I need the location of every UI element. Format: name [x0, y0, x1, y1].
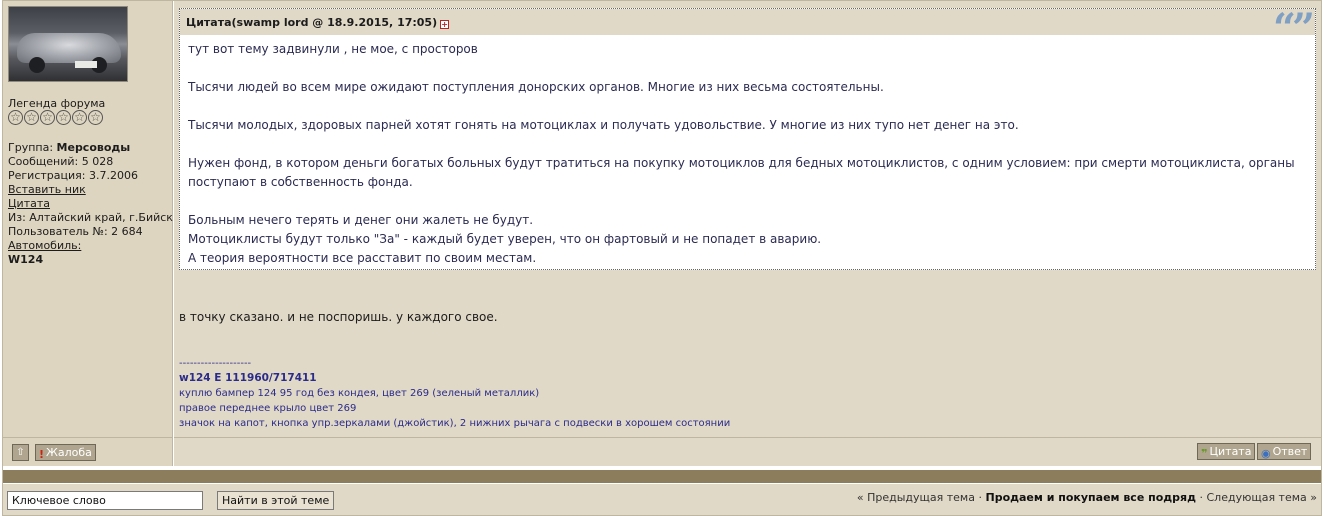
star-icon: ☆ [40, 110, 55, 125]
avatar[interactable] [8, 6, 128, 82]
reply-globe-icon: ◉ [1261, 447, 1271, 460]
user-rank: Легенда форума [8, 97, 106, 110]
quote-line: Мотоциклисты будут только "За" - каждый … [188, 232, 822, 246]
insert-nick-link[interactable]: Вставить ник [8, 183, 86, 196]
signature-line: значок на капот, кнопка упр.зеркалами (д… [179, 418, 731, 429]
quote-header-text: Цитата(swamp lord @ 18.9.2015, 17:05) [186, 16, 438, 29]
jump-to-post-icon[interactable]: + [440, 20, 450, 29]
star-icon: ☆ [88, 110, 103, 125]
quote-mark-icon: “” [1272, 5, 1315, 52]
star-icon: ☆ [56, 110, 71, 125]
next-topic-link[interactable]: Следующая тема » [1206, 491, 1317, 504]
user-group: Группа: Мерсоводы [8, 141, 131, 154]
scroll-to-top-button[interactable]: ⇧ [12, 444, 29, 461]
quote-icon: ❞ [1201, 447, 1208, 460]
quote-line: Тысячи людей во всем мире ожидают поступ… [188, 80, 884, 94]
prev-topic-link[interactable]: « Предыдущая тема [857, 491, 975, 504]
user-quote-link[interactable]: Цитата [8, 197, 50, 210]
current-topic-link[interactable]: Продаем и покупаем все подряд [985, 491, 1196, 504]
reply-label: Ответ [1272, 445, 1308, 458]
signature-separator: -------------------- [179, 358, 252, 369]
quote-line: Больным нечего терять и денег они жалеть… [188, 213, 534, 227]
quote-block: Цитата(swamp lord @ 18.9.2015, 17:05) + “… [179, 5, 1316, 273]
user-messages: Сообщений: 5 028 [8, 155, 114, 168]
topic-search-input[interactable] [7, 491, 203, 510]
nav-separator: · [1199, 491, 1203, 504]
rank-stars: ☆ ☆ ☆ ☆ ☆ ☆ [8, 110, 103, 125]
user-details: Группа: Мерсоводы Сообщений: 5 028 Регис… [8, 141, 173, 267]
quote-line: тут вот тему задвинули , не мое, с прост… [188, 42, 478, 56]
post-actions-right [174, 437, 1321, 466]
post-text: в точку сказано. и не поспоришь. у каждо… [179, 310, 498, 324]
search-in-topic-button[interactable]: Найти в этой теме [217, 491, 335, 510]
car-value: W124 [8, 253, 44, 266]
topic-navigation: « Предыдущая тема · Продаем и покупаем в… [857, 491, 1317, 505]
car-label-link[interactable]: Автомобиль: [8, 239, 81, 252]
reply-button[interactable]: ◉ Ответ [1257, 443, 1312, 460]
exclamation-icon: ! [39, 448, 45, 461]
avatar-wheel [29, 57, 45, 73]
quote-label: Цитата [1209, 445, 1252, 458]
user-registration: Регистрация: 3.7.2006 [8, 169, 138, 182]
quote-line: Нужен фонд, в котором деньги богатых бол… [188, 156, 1295, 189]
user-location: Из: Алтайский край, г.Бийск [8, 211, 173, 224]
star-icon: ☆ [24, 110, 39, 125]
quote-body: тут вот тему задвинули , не мое, с прост… [180, 35, 1315, 273]
user-number: Пользователь №: 2 684 [8, 225, 143, 238]
quote-button[interactable]: ❞ Цитата [1197, 443, 1256, 460]
complain-label: Жалоба [46, 446, 92, 459]
user-group-value: Мерсоводы [56, 141, 131, 154]
quote-line: А теория вероятности все расставит по св… [188, 251, 537, 265]
signature-line: правое переднее крыло цвет 269 [179, 403, 357, 414]
quote-line: Тысячи молодых, здоровых парней хотят го… [188, 118, 1019, 132]
complain-button[interactable]: ! Жалоба [35, 444, 96, 461]
arrow-up-icon: ⇧ [16, 447, 25, 458]
divider-strip [3, 470, 1321, 483]
star-icon: ☆ [8, 110, 23, 125]
signature: -------------------- w124 E 111960/71741… [179, 356, 730, 431]
signature-line: куплю бампер 124 95 год без кондея, цвет… [179, 388, 540, 399]
nav-separator: · [978, 491, 982, 504]
star-icon: ☆ [72, 110, 87, 125]
signature-title: w124 E 111960/717411 [179, 372, 317, 384]
quote-header: Цитата(swamp lord @ 18.9.2015, 17:05) + “… [180, 5, 1315, 52]
avatar-license-plate [75, 61, 97, 68]
